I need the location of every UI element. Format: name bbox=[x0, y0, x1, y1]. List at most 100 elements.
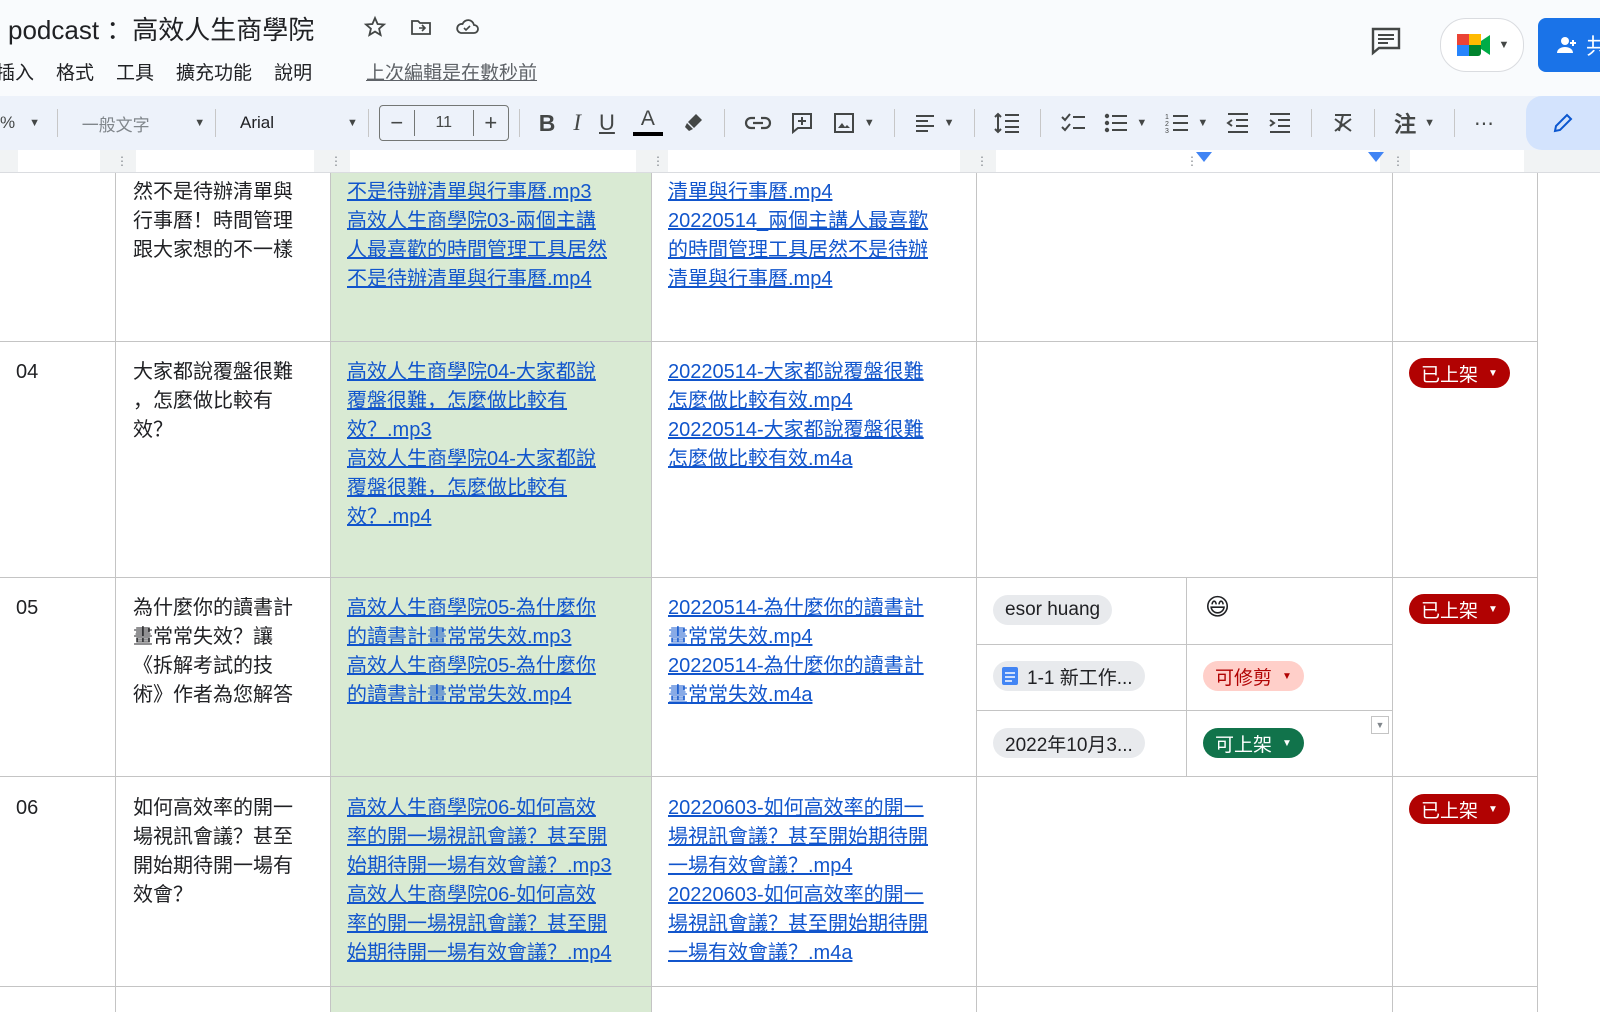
title-icons bbox=[362, 14, 480, 40]
edit-mode-icon[interactable] bbox=[1525, 96, 1600, 150]
increase-font-size-button[interactable]: + bbox=[472, 110, 508, 136]
document-title[interactable]: podcast ：高效人生商學院 bbox=[8, 10, 314, 47]
zoom-select[interactable]: % ▼ bbox=[0, 96, 47, 150]
file-link[interactable]: 20220514-大家都說覆盤很難 bbox=[668, 416, 924, 445]
file-link[interactable]: 始期待開一場有效會議？.mp3 bbox=[347, 852, 611, 881]
comment-history-icon[interactable] bbox=[1370, 26, 1402, 61]
line-spacing-icon[interactable] bbox=[984, 96, 1030, 150]
file-link[interactable]: 清單與行事曆.mp4 bbox=[668, 178, 928, 207]
input-tools-select[interactable]: 注 ▼ bbox=[1385, 96, 1444, 150]
more-options-icon[interactable]: ⋯ bbox=[1465, 96, 1504, 150]
highlight-icon[interactable] bbox=[672, 96, 714, 150]
underline-icon[interactable]: U bbox=[590, 96, 624, 150]
file-link[interactable]: 畫常常失效.mp4 bbox=[668, 623, 924, 652]
file-link[interactable]: 效？.mp3 bbox=[347, 416, 596, 445]
file-link[interactable]: 20220514-為什麼你的讀書計 bbox=[668, 652, 924, 681]
file-link[interactable]: 高效人生商學院04-大家都說 bbox=[347, 445, 596, 474]
meet-button[interactable]: ▼ bbox=[1440, 18, 1524, 72]
file-link[interactable]: 覆盤很難，怎麼做比較有 bbox=[347, 387, 596, 416]
file-link[interactable]: 高效人生商學院06-如何高效 bbox=[347, 881, 611, 910]
person-icon bbox=[1557, 37, 1576, 53]
file-link[interactable]: 始期待開一場有效會議？.mp4 bbox=[347, 939, 611, 968]
file-link[interactable]: 20220603-如何高效率的開一 bbox=[668, 881, 928, 910]
bulleted-list-icon[interactable]: ▼ bbox=[1095, 96, 1156, 150]
status-chip[interactable]: 已上架 ▼ bbox=[1409, 794, 1510, 824]
file-link[interactable]: 場視訊會議？甚至開始期待開 bbox=[668, 910, 928, 939]
font-size-input[interactable]: 11 bbox=[415, 114, 473, 132]
file-link[interactable]: 怎麼做比較有效.mp4 bbox=[668, 387, 924, 416]
file-link[interactable]: 高效人生商學院03-兩個主講 bbox=[347, 207, 607, 236]
status-chip[interactable]: 已上架 ▼ bbox=[1409, 594, 1510, 624]
last-edit-link[interactable]: 上次編輯是在數秒前 bbox=[366, 58, 537, 85]
file-link[interactable]: 不是待辦清單與行事曆.mp3 bbox=[347, 178, 607, 207]
file-link[interactable]: 覆盤很難，怎麼做比較有 bbox=[347, 474, 596, 503]
top-bar: podcast ：高效人生商學院 插入 格式 工具 擴充功能 說明 上次編輯是在… bbox=[0, 0, 1600, 92]
file-link[interactable]: 率的開一場視訊會議？甚至開 bbox=[347, 910, 611, 939]
decrease-indent-icon[interactable] bbox=[1217, 96, 1259, 150]
indent-marker[interactable] bbox=[1196, 152, 1212, 162]
file-link[interactable]: 率的開一場視訊會議？甚至開 bbox=[347, 823, 611, 852]
clear-formatting-icon[interactable] bbox=[1322, 96, 1364, 150]
star-icon[interactable] bbox=[362, 14, 388, 40]
file-link[interactable]: 20220514_兩個主講人最喜歡 bbox=[668, 207, 928, 236]
insert-image-icon[interactable]: ▼ bbox=[823, 96, 884, 150]
file-link[interactable]: 怎麼做比較有效.m4a bbox=[668, 445, 924, 474]
checklist-icon[interactable] bbox=[1051, 96, 1095, 150]
meet-icon bbox=[1456, 34, 1490, 56]
numbered-list-icon[interactable]: 123 ▼ bbox=[1156, 96, 1217, 150]
link-icon[interactable] bbox=[735, 96, 781, 150]
date-chip[interactable]: 2022年10月3... bbox=[993, 728, 1145, 758]
move-folder-icon[interactable] bbox=[408, 14, 434, 40]
file-link[interactable]: 一場有效會議？.mp4 bbox=[668, 852, 928, 881]
file-link[interactable]: 人最喜歡的時間管理工具居然 bbox=[347, 236, 607, 265]
file-link[interactable]: 不是待辦清單與行事曆.mp4 bbox=[347, 265, 607, 294]
file-link[interactable]: 20220603-如何高效率的開一 bbox=[668, 794, 928, 823]
menu-extensions[interactable]: 擴充功能 bbox=[176, 58, 252, 85]
file-link[interactable]: 畫常常失效.m4a bbox=[668, 681, 924, 710]
file-link[interactable]: 高效人生商學院05-為什麼你 bbox=[347, 594, 596, 623]
title-cell: 大家都說覆盤很難 ，怎麼做比較有 效？ bbox=[133, 361, 293, 441]
episode-number: 05 bbox=[16, 597, 39, 619]
svg-text:3: 3 bbox=[1165, 128, 1169, 135]
text-color-icon[interactable]: A bbox=[624, 96, 672, 150]
mp3-link-cell: 高效人生商學院06-如何高效 率的開一場視訊會議？甚至開 始期待開一場有效會議？… bbox=[347, 794, 611, 968]
bold-icon[interactable]: B bbox=[530, 96, 565, 150]
menu-help[interactable]: 說明 bbox=[274, 58, 312, 85]
person-chip[interactable]: esor huang bbox=[993, 595, 1113, 625]
file-link[interactable]: 的讀書計畫常常失效.mp4 bbox=[347, 681, 596, 710]
font-select[interactable]: Arial ▼ bbox=[226, 96, 358, 150]
file-link[interactable]: 20220514-為什麼你的讀書計 bbox=[668, 594, 924, 623]
file-smart-chip[interactable]: 1-1 新工作... bbox=[993, 661, 1145, 691]
svg-text:2: 2 bbox=[1165, 121, 1169, 128]
cell-menu-icon[interactable]: ▼ bbox=[1371, 716, 1389, 734]
decrease-font-size-button[interactable]: − bbox=[380, 110, 415, 136]
file-link[interactable]: 效？.mp4 bbox=[347, 503, 596, 532]
status-chip[interactable]: 已上架 ▼ bbox=[1409, 358, 1510, 388]
file-link[interactable]: 一場有效會議？.m4a bbox=[668, 939, 928, 968]
document-page: 然不是待辦清單與 行事曆！時間管理 跟大家想的不一樣 不是待辦清單與行事曆.mp3 … bbox=[0, 173, 1600, 1012]
chevron-down-icon: ▼ bbox=[1488, 803, 1498, 815]
file-link[interactable]: 高效人生商學院06-如何高效 bbox=[347, 794, 611, 823]
edit-status-chip[interactable]: 可修剪 ▼ bbox=[1203, 661, 1304, 691]
italic-icon[interactable]: I bbox=[564, 96, 590, 150]
file-link[interactable]: 20220514-大家都說覆盤很難 bbox=[668, 358, 924, 387]
horizontal-ruler[interactable]: ⋮ ⋮ ⋮ ⋮ ⋮ ⋮ bbox=[0, 150, 1600, 173]
file-link[interactable]: 高效人生商學院05-為什麼你 bbox=[347, 652, 596, 681]
file-link[interactable]: 清單與行事曆.mp4 bbox=[668, 265, 928, 294]
add-comment-icon[interactable] bbox=[781, 96, 823, 150]
share-button[interactable]: 共 bbox=[1538, 18, 1600, 72]
publish-status-chip[interactable]: 可上架 ▼ bbox=[1203, 728, 1304, 758]
file-link[interactable]: 場視訊會議？甚至開始期待開 bbox=[668, 823, 928, 852]
increase-indent-icon[interactable] bbox=[1259, 96, 1301, 150]
file-link[interactable]: 的時間管理工具居然不是待辦 bbox=[668, 236, 928, 265]
paragraph-style-select[interactable]: 一般文字 ▼ bbox=[68, 96, 205, 150]
align-icon[interactable]: ▼ bbox=[905, 96, 964, 150]
menu-tools[interactable]: 工具 bbox=[116, 58, 154, 85]
menu-insert[interactable]: 插入 bbox=[0, 58, 34, 85]
menu-format[interactable]: 格式 bbox=[56, 58, 94, 85]
right-indent-marker[interactable] bbox=[1368, 152, 1384, 162]
video-link-cell: 20220514-為什麼你的讀書計 畫常常失效.mp4 20220514-為什麼… bbox=[668, 594, 924, 710]
file-link[interactable]: 高效人生商學院04-大家都說 bbox=[347, 358, 596, 387]
file-link[interactable]: 的讀書計畫常常失效.mp3 bbox=[347, 623, 596, 652]
cloud-saved-icon[interactable] bbox=[454, 14, 480, 40]
